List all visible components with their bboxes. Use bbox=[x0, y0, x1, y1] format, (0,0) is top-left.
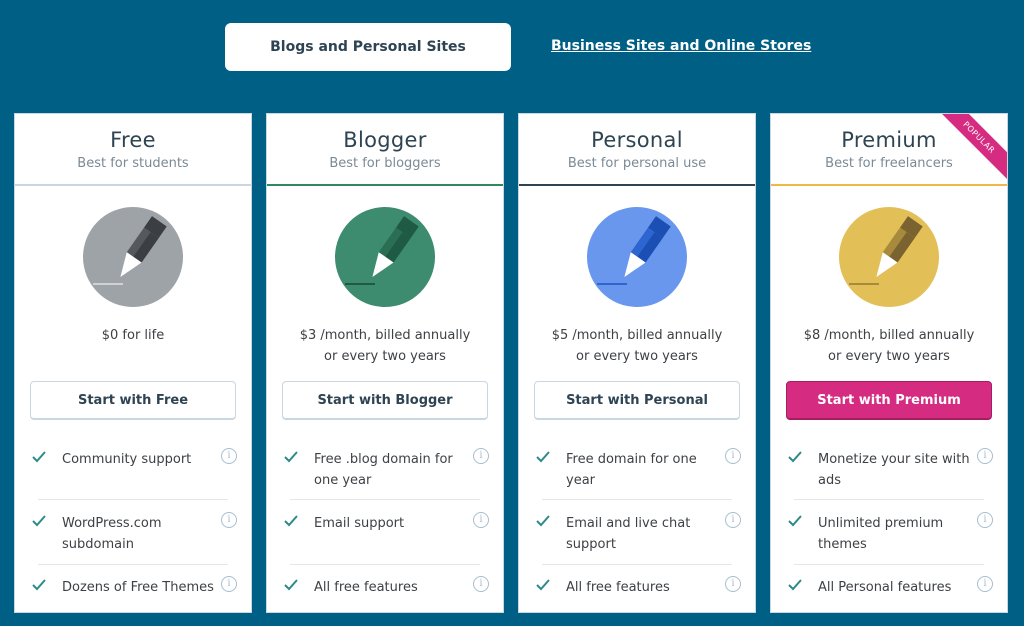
info-icon[interactable]: i bbox=[725, 448, 741, 464]
checkmark-icon bbox=[788, 515, 802, 527]
info-icon[interactable]: i bbox=[977, 512, 993, 528]
plan-header: Free Best for students bbox=[15, 114, 251, 186]
feature-label: Unlimited premium themes bbox=[818, 516, 944, 552]
plan-card-blogger: Blogger Best for bloggers $3 /month, bil… bbox=[266, 113, 504, 613]
divider bbox=[794, 564, 984, 565]
plan-name: Free bbox=[110, 128, 156, 152]
price-line-2: or every two years bbox=[324, 349, 446, 364]
checkmark-icon bbox=[788, 579, 802, 591]
feature-label: All Personal features bbox=[818, 580, 952, 595]
plan-name: Personal bbox=[591, 128, 683, 152]
info-icon[interactable]: i bbox=[221, 512, 237, 528]
checkmark-icon bbox=[284, 515, 298, 527]
info-icon[interactable]: i bbox=[473, 512, 489, 528]
divider bbox=[38, 564, 228, 565]
feature-item: Unlimited premium themes i bbox=[771, 502, 1007, 566]
start-with-free-button[interactable]: Start with Free bbox=[30, 381, 236, 420]
popular-badge: POPULAR bbox=[937, 114, 1007, 180]
info-icon[interactable]: i bbox=[725, 576, 741, 592]
plan-header: Personal Best for personal use bbox=[519, 114, 755, 186]
price-line-1: $3 /month, billed annually bbox=[299, 328, 471, 343]
plan-card-free: Free Best for students $0 for life Start… bbox=[14, 113, 252, 613]
divider bbox=[542, 499, 732, 500]
feature-list: Community support i WordPress.com subdom… bbox=[15, 438, 251, 612]
start-with-blogger-button[interactable]: Start with Blogger bbox=[282, 381, 488, 420]
plan-tagline: Best for bloggers bbox=[329, 156, 441, 171]
checkmark-icon bbox=[32, 579, 46, 591]
checkmark-icon bbox=[32, 451, 46, 463]
plan-card-personal: Personal Best for personal use $5 /month… bbox=[518, 113, 756, 613]
plan-type-tabs: Blogs and Personal Sites Business Sites … bbox=[0, 23, 1024, 71]
feature-label: Free .blog domain for one year bbox=[314, 452, 453, 488]
info-icon[interactable]: i bbox=[473, 576, 489, 592]
pencil-yellow-icon bbox=[839, 207, 939, 307]
feature-label: Monetize your site with ads bbox=[818, 452, 970, 488]
price-line-2: or every two years bbox=[828, 349, 950, 364]
price-line-1: $5 /month, billed annually bbox=[551, 328, 723, 343]
start-with-premium-button[interactable]: Start with Premium bbox=[786, 381, 992, 420]
plan-header: Blogger Best for bloggers bbox=[267, 114, 503, 186]
feature-list: Monetize your site with ads i Unlimited … bbox=[771, 438, 1007, 612]
pencil-blue-icon bbox=[587, 207, 687, 307]
feature-label: Free domain for one year bbox=[566, 452, 697, 488]
feature-item: Dozens of Free Themes i bbox=[15, 566, 251, 612]
feature-list: Free domain for one year i Email and liv… bbox=[519, 438, 755, 612]
feature-label: All free features bbox=[314, 580, 418, 595]
pencil-gray-icon bbox=[83, 207, 183, 307]
feature-item: WordPress.com subdomain i bbox=[15, 502, 251, 566]
plan-name: Blogger bbox=[343, 128, 427, 152]
feature-label: Email support bbox=[314, 516, 405, 531]
feature-item: All free features i bbox=[519, 566, 755, 612]
tab-business-stores[interactable]: Business Sites and Online Stores bbox=[551, 38, 811, 54]
price-line-1: $8 /month, billed annually bbox=[803, 328, 975, 343]
info-icon[interactable]: i bbox=[221, 448, 237, 464]
checkmark-icon bbox=[284, 579, 298, 591]
checkmark-icon bbox=[32, 515, 46, 527]
plan-price: $0 for life bbox=[15, 325, 251, 346]
price-line-2: or every two years bbox=[576, 349, 698, 364]
divider bbox=[38, 499, 228, 500]
tab-blogs-personal[interactable]: Blogs and Personal Sites bbox=[225, 23, 511, 71]
plan-tagline: Best for students bbox=[77, 156, 189, 171]
checkmark-icon bbox=[284, 451, 298, 463]
info-icon[interactable]: i bbox=[977, 448, 993, 464]
plan-tagline: Best for personal use bbox=[567, 156, 707, 171]
feature-label: Dozens of Free Themes bbox=[62, 580, 214, 595]
checkmark-icon bbox=[536, 451, 550, 463]
checkmark-icon bbox=[788, 451, 802, 463]
feature-item: Community support i bbox=[15, 438, 251, 502]
info-icon[interactable]: i bbox=[221, 576, 237, 592]
feature-list: Free .blog domain for one year i Email s… bbox=[267, 438, 503, 612]
divider bbox=[290, 564, 480, 565]
divider bbox=[290, 499, 480, 500]
plan-price: $8 /month, billed annually or every two … bbox=[771, 325, 1007, 367]
feature-label: Email and live chat support bbox=[566, 516, 691, 552]
start-with-personal-button[interactable]: Start with Personal bbox=[534, 381, 740, 420]
feature-label: All free features bbox=[566, 580, 670, 595]
checkmark-icon bbox=[536, 515, 550, 527]
feature-item: All free features i bbox=[267, 566, 503, 612]
feature-item: Free domain for one year i bbox=[519, 438, 755, 502]
divider bbox=[794, 499, 984, 500]
info-icon[interactable]: i bbox=[725, 512, 741, 528]
checkmark-icon bbox=[536, 579, 550, 591]
plan-price: $3 /month, billed annually or every two … bbox=[267, 325, 503, 367]
feature-label: Community support bbox=[62, 452, 192, 467]
plan-card-premium: POPULAR Premium Best for freelancers $8 … bbox=[770, 113, 1008, 613]
feature-item: Email support i bbox=[267, 502, 503, 566]
feature-item: Email and live chat support i bbox=[519, 502, 755, 566]
feature-label: WordPress.com subdomain bbox=[62, 516, 162, 552]
feature-item: Free .blog domain for one year i bbox=[267, 438, 503, 502]
price-line-1: $0 for life bbox=[101, 328, 165, 343]
info-icon[interactable]: i bbox=[473, 448, 489, 464]
info-icon[interactable]: i bbox=[977, 576, 993, 592]
popular-ribbon: POPULAR bbox=[937, 114, 1007, 184]
feature-item: All Personal features i bbox=[771, 566, 1007, 612]
divider bbox=[542, 564, 732, 565]
feature-item: Monetize your site with ads i bbox=[771, 438, 1007, 502]
pencil-green-icon bbox=[335, 207, 435, 307]
plan-price: $5 /month, billed annually or every two … bbox=[519, 325, 755, 367]
